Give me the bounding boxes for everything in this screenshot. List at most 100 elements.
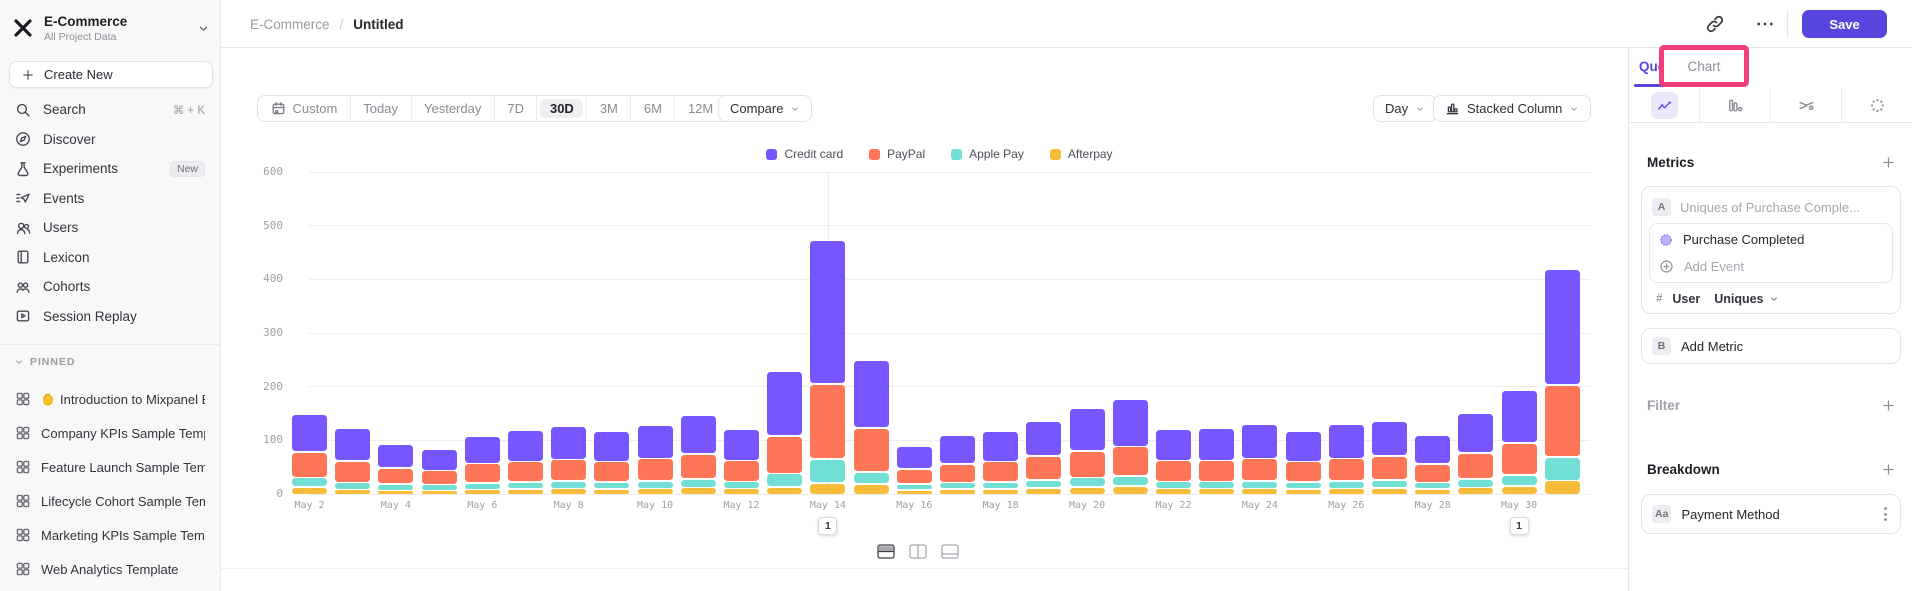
bar-segment-paypal[interactable] — [1372, 457, 1407, 479]
bar-segment-paypal[interactable] — [940, 465, 975, 482]
bar-segment-credit-card[interactable] — [1545, 270, 1580, 384]
bar-segment-afterpay[interactable] — [767, 488, 802, 494]
bar-segment-afterpay[interactable] — [335, 490, 370, 494]
compare-button[interactable]: Compare — [718, 95, 812, 122]
sidebar-item-cohorts[interactable]: Cohorts — [0, 272, 220, 302]
bar-segment-credit-card[interactable] — [422, 450, 457, 470]
bar-segment-paypal[interactable] — [854, 429, 889, 471]
bar-segment-paypal[interactable] — [422, 471, 457, 483]
legend-item-apple-pay[interactable]: Apple Pay — [951, 147, 1024, 161]
bar-segment-credit-card[interactable] — [551, 427, 586, 459]
bar-segment-afterpay[interactable] — [1502, 487, 1537, 494]
granularity-dropdown[interactable]: Day — [1373, 95, 1437, 122]
bar-segment-afterpay[interactable] — [897, 491, 932, 494]
bar-segment-apple-pay[interactable] — [1070, 478, 1105, 486]
bar-segment-apple-pay[interactable] — [1156, 482, 1191, 487]
layout-toggle-bottom-panel[interactable] — [937, 540, 963, 562]
bar-segment-credit-card[interactable] — [1286, 432, 1321, 460]
bar-segment-credit-card[interactable] — [1372, 422, 1407, 456]
bar-segment-credit-card[interactable] — [1070, 409, 1105, 450]
bar-segment-paypal[interactable] — [681, 455, 716, 478]
legend-item-credit-card[interactable]: Credit card — [766, 147, 843, 161]
chart-type-dropdown[interactable]: Stacked Column — [1433, 95, 1591, 122]
bar-segment-credit-card[interactable] — [292, 415, 327, 451]
pinned-board-feature-launch-sample-templa[interactable]: Feature Launch Sample Templa — [0, 450, 220, 484]
bar-segment-credit-card[interactable] — [1415, 436, 1450, 463]
bar-segment-paypal[interactable] — [1329, 459, 1364, 480]
bar-segment-paypal[interactable] — [594, 462, 629, 481]
bar-segment-paypal[interactable] — [767, 437, 802, 473]
bar-segment-apple-pay[interactable] — [1242, 482, 1277, 488]
bar-segment-credit-card[interactable] — [1156, 430, 1191, 460]
breadcrumb-page-title[interactable]: Untitled — [353, 17, 403, 32]
tab-flows[interactable] — [1770, 88, 1841, 122]
more-options-icon[interactable] — [1755, 14, 1775, 34]
bar-segment-afterpay[interactable] — [638, 489, 673, 494]
bar-segment-apple-pay[interactable] — [1372, 481, 1407, 487]
bar-segment-paypal[interactable] — [1156, 461, 1191, 480]
bar-segment-credit-card[interactable] — [810, 241, 845, 383]
bar-segment-apple-pay[interactable] — [1286, 483, 1321, 488]
bar-segment-apple-pay[interactable] — [465, 484, 500, 489]
measure-entity[interactable]: User — [1672, 292, 1700, 306]
bar-segment-credit-card[interactable] — [767, 372, 802, 435]
bar-segment-paypal[interactable] — [1286, 462, 1321, 481]
add-event-row[interactable]: Add Event — [1650, 253, 1892, 280]
metric-summary[interactable]: Uniques of Purchase Comple... — [1680, 200, 1860, 215]
bar-segment-afterpay[interactable] — [465, 490, 500, 494]
bar-segment-paypal[interactable] — [1415, 465, 1450, 482]
bar-segment-afterpay[interactable] — [940, 490, 975, 494]
breadcrumb-project[interactable]: E-Commerce — [250, 17, 330, 32]
bar-segment-credit-card[interactable] — [1502, 391, 1537, 442]
bar-segment-afterpay[interactable] — [983, 490, 1018, 494]
bar-segment-apple-pay[interactable] — [897, 485, 932, 489]
bar-segment-apple-pay[interactable] — [1458, 480, 1493, 487]
bar-segment-afterpay[interactable] — [1113, 487, 1148, 494]
bar-segment-apple-pay[interactable] — [551, 482, 586, 488]
bar-segment-afterpay[interactable] — [810, 484, 845, 494]
bar-segment-credit-card[interactable] — [1026, 422, 1061, 456]
bar-segment-paypal[interactable] — [638, 459, 673, 480]
project-switcher[interactable]: E-Commerce All Project Data — [12, 10, 210, 46]
bar-segment-afterpay[interactable] — [1242, 489, 1277, 494]
bar-segment-credit-card[interactable] — [335, 429, 370, 461]
sidebar-item-lexicon[interactable]: Lexicon — [0, 243, 220, 273]
bar-segment-credit-card[interactable] — [681, 416, 716, 453]
bar-segment-afterpay[interactable] — [1156, 489, 1191, 494]
bar-segment-apple-pay[interactable] — [1329, 482, 1364, 488]
tab-chart[interactable]: Chart — [1687, 59, 1720, 74]
bar-segment-apple-pay[interactable] — [940, 483, 975, 488]
pinned-board-web-analytics-template[interactable]: Web Analytics Template — [0, 552, 220, 586]
bar-segment-apple-pay[interactable] — [1113, 477, 1148, 486]
bar-segment-credit-card[interactable] — [508, 431, 543, 461]
bar-segment-apple-pay[interactable] — [854, 473, 889, 484]
bar-segment-apple-pay[interactable] — [810, 460, 845, 483]
bar-segment-paypal[interactable] — [551, 460, 586, 480]
bar-segment-credit-card[interactable] — [940, 436, 975, 463]
bar-segment-paypal[interactable] — [810, 385, 845, 459]
add-breakdown-plus-icon[interactable] — [1881, 462, 1896, 477]
range-30d[interactable]: 30D — [536, 96, 586, 121]
bar-segment-paypal[interactable] — [983, 462, 1018, 481]
bar-segment-credit-card[interactable] — [638, 426, 673, 458]
bar-segment-afterpay[interactable] — [378, 491, 413, 494]
bar-segment-paypal[interactable] — [1070, 452, 1105, 477]
save-button[interactable]: Save — [1802, 10, 1887, 38]
annotation-badge[interactable]: 1 — [1510, 517, 1529, 535]
bar-segment-paypal[interactable] — [465, 464, 500, 482]
bar-segment-afterpay[interactable] — [594, 490, 629, 494]
bar-segment-afterpay[interactable] — [1458, 488, 1493, 494]
bar-segment-afterpay[interactable] — [1372, 489, 1407, 494]
sidebar-item-search[interactable]: Search⌘ + K — [0, 95, 220, 125]
sidebar-item-session-replay[interactable]: Session Replay — [0, 302, 220, 332]
bar-segment-credit-card[interactable] — [724, 430, 759, 460]
add-metric-card[interactable]: B Add Metric — [1641, 328, 1901, 364]
breakdown-menu-icon[interactable] — [1881, 504, 1890, 524]
range-yesterday[interactable]: Yesterday — [411, 96, 494, 121]
bar-segment-paypal[interactable] — [1502, 444, 1537, 475]
bar-segment-paypal[interactable] — [1545, 386, 1580, 457]
bar-segment-credit-card[interactable] — [1329, 425, 1364, 458]
layout-toggle-split-vertical[interactable] — [905, 540, 931, 562]
bar-segment-paypal[interactable] — [292, 453, 327, 477]
bar-segment-paypal[interactable] — [1242, 459, 1277, 480]
